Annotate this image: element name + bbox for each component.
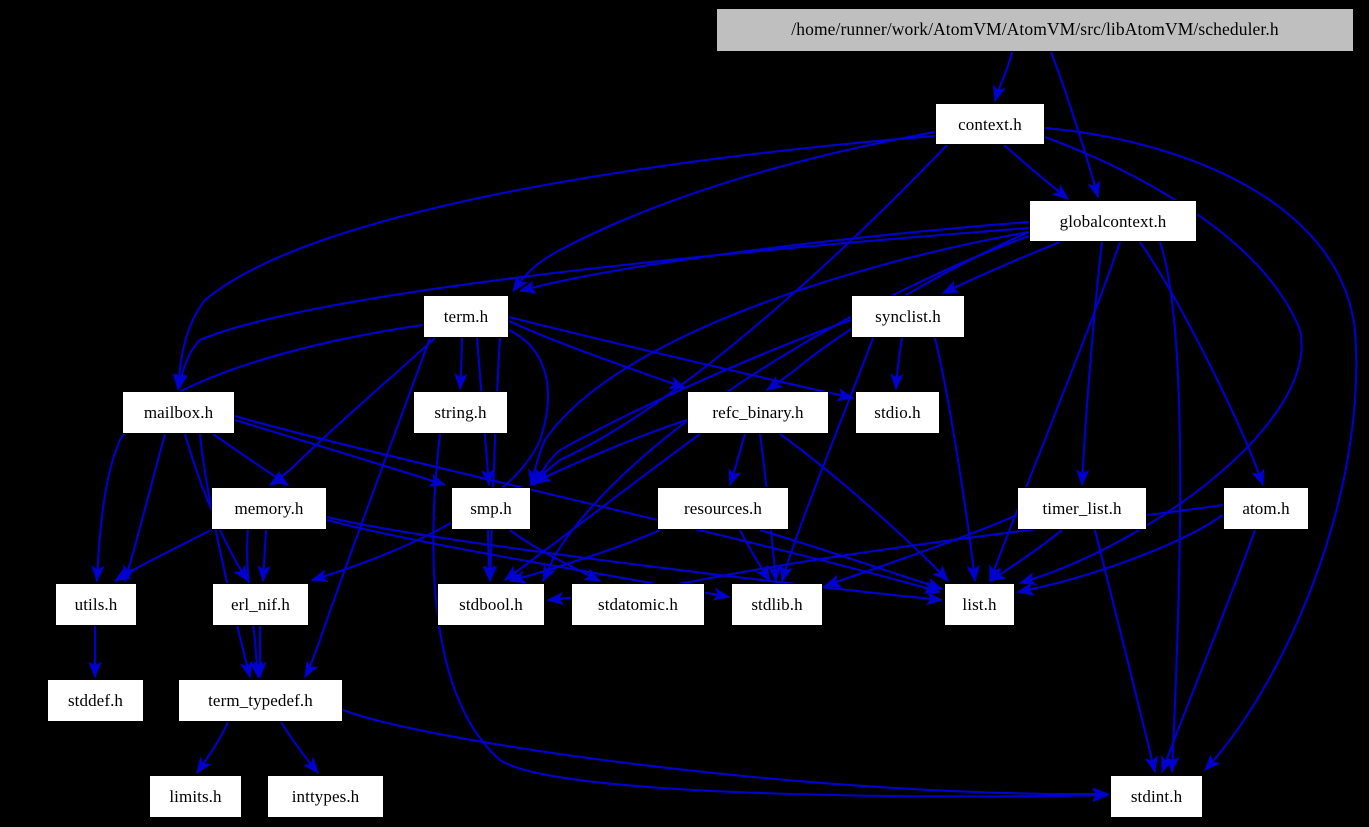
graph-edge	[533, 418, 688, 483]
graph-edge	[527, 230, 1030, 487]
graph-node-timer_list[interactable]: timer_list.h	[1017, 487, 1147, 530]
graph-node-label: erl_nif.h	[231, 595, 290, 614]
graph-node-label: smp.h	[470, 499, 512, 518]
graph-edge	[482, 529, 496, 583]
graph-edge	[759, 528, 944, 591]
graph-edge	[1093, 529, 1158, 774]
graph-node-label: inttypes.h	[291, 787, 360, 806]
graph-node-stdlib[interactable]: stdlib.h	[731, 583, 823, 626]
graph-node-label: /home/runner/work/AtomVM/AtomVM/src/libA…	[791, 19, 1279, 40]
graph-edge	[268, 337, 436, 486]
graph-node-label: context.h	[958, 114, 1022, 134]
graph-node-label: atom.h	[1242, 499, 1290, 518]
graph-edge	[779, 337, 874, 583]
graph-node-stdio[interactable]: stdio.h	[855, 391, 940, 434]
graph-edge	[1159, 241, 1182, 774]
graph-edge	[518, 220, 1030, 294]
graph-node-term_typedef[interactable]: term_typedef.h	[178, 679, 343, 722]
graph-edge	[989, 241, 1121, 583]
graph-edge	[1050, 51, 1101, 199]
graph-edge	[483, 337, 502, 583]
graph-node-label: term.h	[443, 307, 489, 326]
graph-edge	[941, 241, 1061, 294]
graph-edge	[310, 329, 550, 583]
graph-edge	[512, 130, 936, 293]
graph-node-label: stdbool.h	[459, 595, 523, 614]
graph-edge	[198, 433, 253, 679]
graph-node-label: stdint.h	[1130, 787, 1183, 806]
graph-node-label: memory.h	[234, 499, 304, 518]
graph-node-erl_nif[interactable]: erl_nif.h	[212, 583, 309, 626]
graph-edge	[508, 529, 661, 584]
graph-edge	[728, 433, 747, 487]
graph-node-stdatomic[interactable]: stdatomic.h	[571, 583, 705, 626]
graph-node-label: stdlib.h	[751, 595, 803, 614]
graph-node-label: globalcontext.h	[1059, 211, 1167, 231]
graph-node-resources[interactable]: resources.h	[657, 487, 789, 530]
graph-edge	[212, 433, 290, 486]
graph-edge	[1003, 144, 1069, 200]
graph-edge	[890, 337, 904, 391]
graph-node-label: list.h	[962, 595, 997, 614]
graph-edge	[739, 529, 771, 583]
graph-node-label: stdio.h	[874, 403, 921, 422]
graph-node-inttypes[interactable]: inttypes.h	[267, 775, 384, 818]
graph-node-synclist[interactable]: synclist.h	[851, 295, 965, 338]
graph-edge	[122, 433, 167, 583]
graph-node-stddef[interactable]: stddef.h	[47, 679, 144, 722]
graph-node-label: term_typedef.h	[208, 691, 313, 710]
graph-node-stdint[interactable]: stdint.h	[1110, 775, 1203, 818]
graph-node-label: limits.h	[169, 787, 222, 806]
graph-node-utils[interactable]: utils.h	[55, 583, 137, 626]
graph-node-label: refc_binary.h	[712, 403, 804, 422]
graph-edge	[196, 721, 229, 775]
graph-edge	[1076, 241, 1104, 487]
graph-node-label: resources.h	[683, 499, 763, 518]
graph-edge	[172, 134, 936, 391]
graph-node-atom[interactable]: atom.h	[1223, 487, 1309, 530]
graph-edge	[988, 529, 1063, 582]
graph-node-label: stddef.h	[67, 691, 124, 710]
graph-edge	[508, 315, 855, 402]
graph-node-label: stdatomic.h	[598, 595, 678, 614]
graph-edge	[508, 320, 687, 389]
graph-edge	[509, 529, 602, 582]
graph-edge	[454, 337, 468, 391]
graph-edge	[342, 709, 1110, 801]
graph-edge	[992, 51, 1014, 103]
graph-node-label: string.h	[434, 403, 487, 422]
graph-node-scheduler[interactable]: /home/runner/work/AtomVM/AtomVM/src/libA…	[716, 8, 1354, 52]
graph-edge	[779, 433, 949, 582]
graph-node-string[interactable]: string.h	[413, 391, 508, 434]
graph-node-term[interactable]: term.h	[423, 295, 509, 338]
graph-node-label: utils.h	[74, 595, 118, 614]
graph-edge	[257, 529, 271, 583]
graph-node-memory[interactable]: memory.h	[211, 487, 327, 530]
graph-edge	[234, 414, 942, 595]
graph-node-stdbool[interactable]: stdbool.h	[437, 583, 545, 626]
graph-node-label: timer_list.h	[1042, 499, 1122, 518]
graph-edge	[91, 323, 424, 583]
graph-node-label: mailbox.h	[143, 403, 214, 422]
graph-node-globalcontext[interactable]: globalcontext.h	[1029, 200, 1197, 242]
graph-edge	[823, 514, 1018, 588]
graph-node-refc_binary[interactable]: refc_binary.h	[687, 391, 829, 434]
graph-node-context[interactable]: context.h	[935, 103, 1045, 145]
include-dependency-graph: /home/runner/work/AtomVM/AtomVM/src/libA…	[0, 0, 1369, 827]
graph-edge	[933, 337, 980, 583]
graph-node-mailbox[interactable]: mailbox.h	[122, 391, 235, 434]
graph-edge	[113, 529, 212, 582]
graph-edge	[280, 721, 319, 774]
graph-node-limits[interactable]: limits.h	[149, 775, 242, 818]
graph-edge	[1161, 529, 1256, 774]
graph-edge	[1139, 241, 1265, 487]
graph-node-label: synclist.h	[875, 307, 941, 326]
graph-node-list[interactable]: list.h	[944, 583, 1015, 626]
graph-node-smp[interactable]: smp.h	[451, 487, 531, 530]
